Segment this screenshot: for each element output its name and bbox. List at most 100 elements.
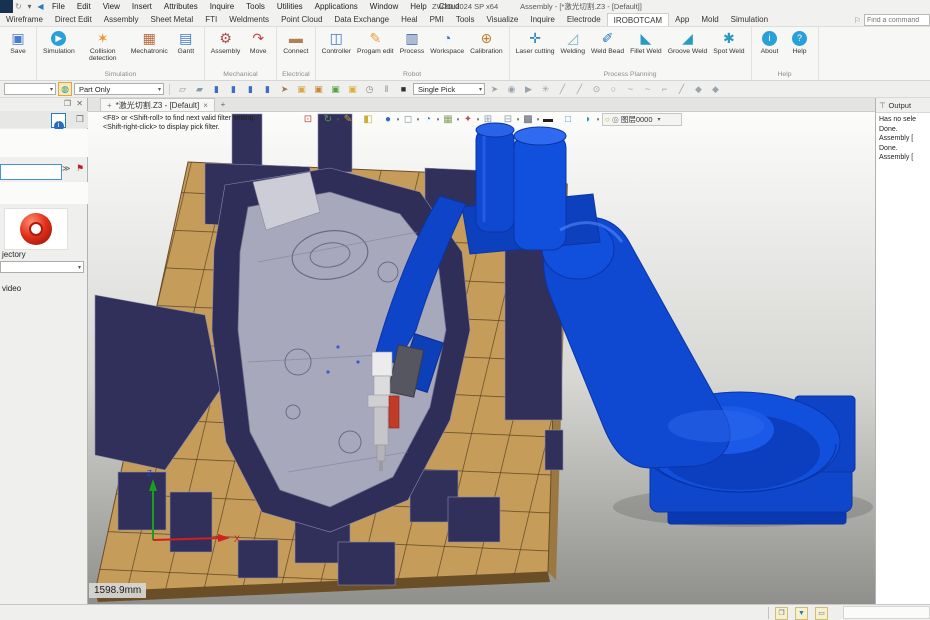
pick-play-icon[interactable]: ▶	[521, 82, 536, 97]
move-button[interactable]: ↷ Move	[243, 28, 273, 56]
history-combo[interactable]: ▾	[4, 83, 56, 95]
gantt-button[interactable]: ▤ Gantt	[171, 28, 201, 56]
section-sphere-icon[interactable]: ◔	[421, 113, 435, 127]
circle-center-icon[interactable]: ⊙	[589, 82, 604, 97]
display-mode-icon[interactable]: ▩	[521, 113, 535, 127]
window-icon[interactable]: ❐	[775, 607, 788, 620]
welding-button[interactable]: ◿ Welding	[558, 28, 588, 56]
help-button[interactable]: ? Help	[785, 28, 815, 56]
pick-chain-icon[interactable]: ◉	[504, 82, 519, 97]
pause-icon[interactable]: ‖	[379, 82, 394, 97]
import-icon[interactable]: ▣	[328, 82, 343, 97]
face-icon[interactable]: ◆	[691, 82, 706, 97]
geom-bar-3-icon[interactable]: ▮	[243, 82, 258, 97]
program-edit-button[interactable]: ✎ Progam edit	[354, 28, 397, 56]
trajectory-combo[interactable]: ▾	[0, 261, 84, 273]
pin-icon[interactable]: ⊤	[879, 101, 886, 110]
sheet-add-icon[interactable]: ▰	[192, 82, 207, 97]
pick-flag-icon[interactable]: ⚑	[76, 163, 84, 174]
tab-point-cloud[interactable]: Point Cloud	[275, 13, 328, 26]
edit-sketch-icon[interactable]: ✎	[341, 113, 355, 127]
collision-detection-button[interactable]: ✶ Collision detection	[78, 28, 128, 64]
recent-icon[interactable]: ▣	[345, 82, 360, 97]
connect-button[interactable]: ▬ Connect	[280, 28, 311, 56]
new-tab-button[interactable]: +	[215, 98, 231, 111]
tab-electrode[interactable]: Electrode	[561, 13, 607, 26]
exit-view-icon[interactable]: ⊡	[301, 113, 315, 127]
history-icon[interactable]: ◷	[362, 82, 377, 97]
tab-direct-edit[interactable]: Direct Edit	[49, 13, 98, 26]
document-tab[interactable]: + *激光切割.Z3 - [Default] ×	[100, 98, 215, 111]
document-tab-icon[interactable]: ❐	[76, 114, 84, 125]
spline-icon[interactable]: ~	[640, 82, 655, 97]
stop-icon[interactable]: ■	[396, 82, 411, 97]
output-panel-header[interactable]: ⊤ Output	[876, 98, 930, 113]
expand-chevrons-icon[interactable]: ≫	[62, 164, 70, 173]
sheet-icon[interactable]: ▱	[175, 82, 190, 97]
calibration-button[interactable]: ⊕ Calibration	[467, 28, 506, 56]
tab-simulation[interactable]: Simulation	[725, 13, 774, 26]
back-nav-icon[interactable]: ◀	[35, 0, 46, 13]
snap-icon[interactable]: ✳	[538, 82, 553, 97]
tab-tools[interactable]: Tools	[450, 13, 481, 26]
face-2-icon[interactable]: ◆	[708, 82, 723, 97]
regen-icon[interactable]: ↻	[321, 113, 335, 127]
notify-icon[interactable]: ⚐	[854, 16, 861, 25]
layer-combo[interactable]: ○ ◎ 图层0000 ▾	[602, 113, 682, 126]
laser-cutting-button[interactable]: ✛ Laser cutting	[513, 28, 558, 56]
render-sphere-icon[interactable]: ●	[381, 113, 395, 127]
folder-open-icon[interactable]: ▣	[294, 82, 309, 97]
fillet-weld-button[interactable]: ◣ Fillet Weld	[627, 28, 665, 56]
geom-bar-2-icon[interactable]: ▮	[226, 82, 241, 97]
shade-box-icon[interactable]: ◧	[361, 113, 375, 127]
diagonal-icon[interactable]: ╱	[674, 82, 689, 97]
fit-view-icon[interactable]: ⊟	[501, 113, 515, 127]
menu-help[interactable]: Help	[404, 0, 432, 13]
zoom-box-icon[interactable]: ⊞	[481, 113, 495, 127]
menu-view[interactable]: View	[97, 0, 126, 13]
menu-edit[interactable]: Edit	[71, 0, 97, 13]
line-icon[interactable]: ╱	[555, 82, 570, 97]
monitor-icon[interactable]: ▼	[795, 607, 808, 620]
find-command-input[interactable]	[864, 14, 930, 26]
menu-utilities[interactable]: Utilities	[271, 0, 309, 13]
export-icon[interactable]: ▣	[311, 82, 326, 97]
tab-sheet-metal[interactable]: Sheet Metal	[144, 13, 199, 26]
compass-icon[interactable]: ✦	[461, 113, 475, 127]
workspace-button[interactable]: ◔ Workspace	[427, 28, 467, 56]
pick-arrow-icon[interactable]: ➤	[487, 82, 502, 97]
about-button[interactable]: i About	[755, 28, 785, 56]
assembly-button[interactable]: ⚙ Assembly	[208, 28, 243, 56]
menu-tools[interactable]: Tools	[240, 0, 271, 13]
tab-weldments[interactable]: Weldments	[223, 13, 275, 26]
tab-fti[interactable]: FTI	[199, 13, 223, 26]
tab-data-exchange[interactable]: Data Exchange	[328, 13, 395, 26]
spot-weld-button[interactable]: ✱ Spot Weld	[710, 28, 747, 56]
curve-icon[interactable]: ~	[623, 82, 638, 97]
mechatronic-button[interactable]: ▦ Mechatronic	[128, 28, 171, 56]
tab-app[interactable]: App	[669, 13, 695, 26]
menu-window[interactable]: Window	[364, 0, 404, 13]
menu-applications[interactable]: Applications	[309, 0, 364, 13]
circle-icon[interactable]: ○	[606, 82, 621, 97]
texture-icon[interactable]: ▦	[441, 113, 455, 127]
tab-close-icon[interactable]: ×	[203, 101, 208, 110]
filter-combo[interactable]: Part Only▾	[74, 83, 164, 95]
shell-icon[interactable]: ◗	[581, 113, 595, 127]
tab-visualize[interactable]: Visualize	[481, 13, 525, 26]
weld-bead-button[interactable]: ✐ Weld Bead	[588, 28, 627, 56]
geom-bar-4-icon[interactable]: ▮	[260, 82, 275, 97]
tab-assembly[interactable]: Assembly	[98, 13, 145, 26]
panel-icon[interactable]: ▭	[815, 607, 828, 620]
process-button[interactable]: ▥ Process	[397, 28, 428, 56]
dropdown-caret-icon[interactable]: ▾	[24, 0, 35, 13]
menu-insert[interactable]: Insert	[126, 0, 158, 13]
blue-frame-icon[interactable]: □	[561, 113, 575, 127]
line-2-icon[interactable]: ╱	[572, 82, 587, 97]
menu-file[interactable]: File	[46, 0, 71, 13]
tab-inquire[interactable]: Inquire	[524, 13, 560, 26]
globe-button[interactable]: ◍	[58, 82, 72, 96]
corner-icon[interactable]: ⌐	[657, 82, 672, 97]
tab-irobotcam[interactable]: IROBOTCAM	[607, 13, 669, 26]
menu-attributes[interactable]: Attributes	[158, 0, 204, 13]
